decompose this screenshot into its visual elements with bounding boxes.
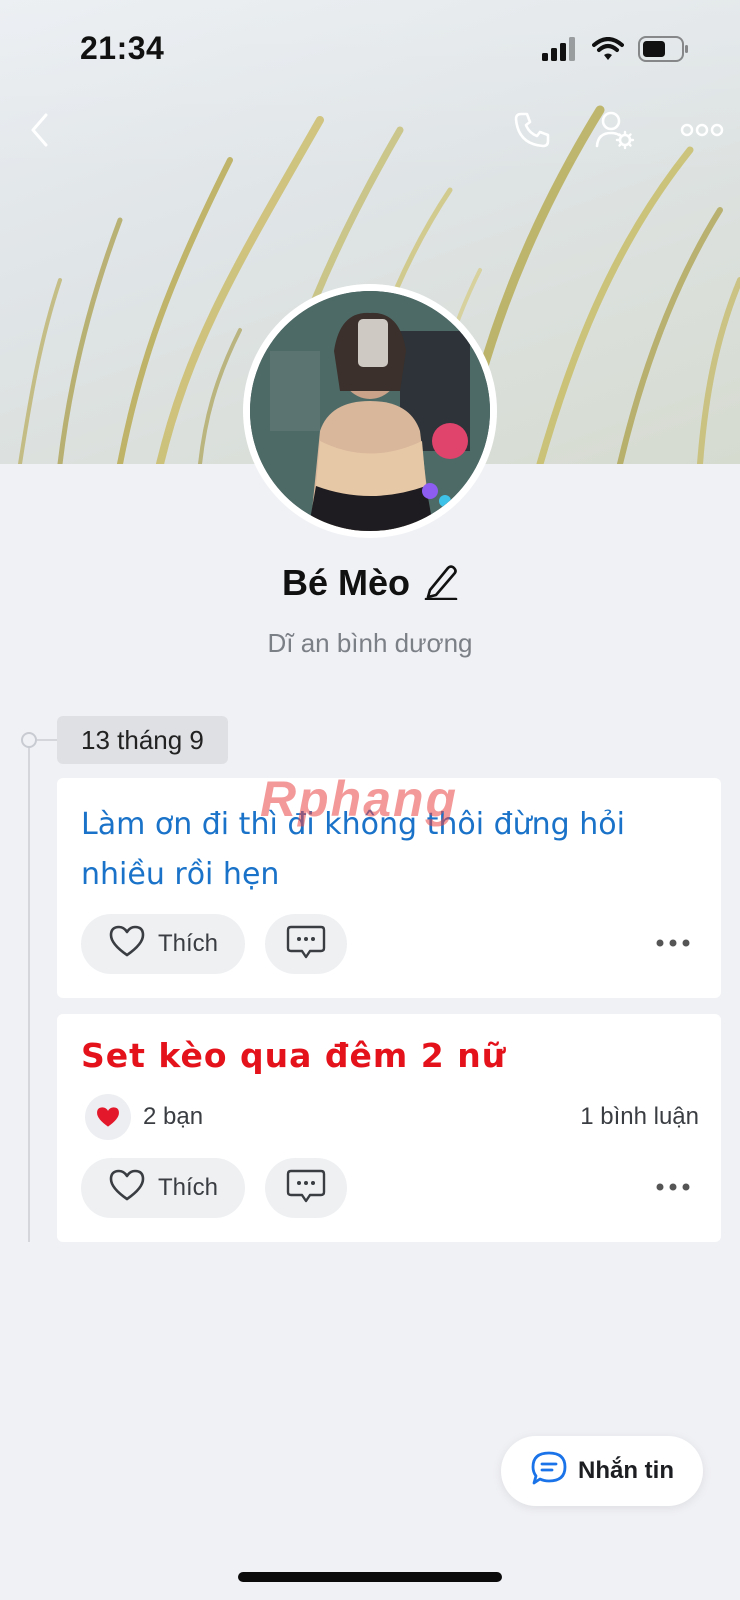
post-card: Làm ơn đi thì đi không thôi đừng hỏi nhi… (57, 778, 721, 998)
comment-icon (286, 924, 326, 965)
timeline-line (28, 740, 30, 1242)
timeline-connector (37, 739, 57, 741)
heart-outline-icon (108, 924, 146, 965)
call-button[interactable] (508, 108, 556, 156)
heart-outline-icon (108, 1168, 146, 1209)
like-label: Thích (157, 1174, 219, 1201)
profile-location: Dĩ an bình dương (267, 628, 473, 658)
message-button[interactable]: Nhắn tin (501, 1436, 703, 1506)
more-horizontal-icon (655, 935, 691, 953)
post-actions: Thích (81, 914, 701, 976)
timeline-dot (21, 732, 37, 748)
comment-button[interactable] (265, 1158, 347, 1218)
chat-bubble-icon (530, 1450, 568, 1493)
profile-name-row: Bé Mèo (0, 558, 740, 608)
date-label: 13 tháng 9 (57, 716, 228, 764)
post-more-button[interactable] (645, 914, 701, 974)
profile-settings-button[interactable] (591, 108, 639, 156)
comment-icon (286, 1168, 326, 1209)
reaction-count: 2 bạn (143, 1103, 204, 1130)
comment-count[interactable]: 1 bình luận (580, 1103, 699, 1131)
avatar[interactable] (243, 284, 497, 538)
battery-icon (638, 36, 690, 67)
avatar-photo (250, 291, 490, 531)
like-button[interactable]: Thích (81, 914, 245, 974)
like-button[interactable]: Thích (81, 1158, 245, 1218)
post-reactions[interactable]: 2 bạn 1 bình luận (81, 1094, 701, 1140)
phone-icon (512, 110, 552, 155)
wifi-icon (592, 37, 624, 66)
comment-button[interactable] (265, 914, 347, 974)
like-label: Thích (157, 930, 219, 957)
post-text: Làm ơn đi thì đi không thôi đừng hỏi nhi… (81, 807, 625, 892)
back-arrow-icon (28, 112, 52, 153)
top-navigation (0, 100, 740, 164)
cellular-signal-icon (542, 37, 578, 66)
profile-name: Bé Mèo (281, 562, 411, 603)
user-settings-icon (594, 109, 636, 156)
more-horizontal-icon (655, 1179, 691, 1197)
message-button-label: Nhắn tin (578, 1457, 674, 1484)
edit-name-button[interactable] (424, 562, 458, 605)
post-card: Set kèo qua đêm 2 nữ 2 bạn 1 bình luận T… (57, 1014, 721, 1242)
status-bar: 21:34 (0, 0, 740, 100)
home-indicator[interactable] (238, 1572, 502, 1582)
heart-reaction-icon (85, 1094, 131, 1140)
more-icon (680, 123, 724, 142)
post-actions: Thích (81, 1158, 701, 1220)
post-more-button[interactable] (645, 1158, 701, 1218)
pencil-icon (424, 564, 458, 604)
post-text: Set kèo qua đêm 2 nữ (81, 1036, 507, 1075)
back-button[interactable] (16, 108, 64, 156)
more-options-button[interactable] (676, 108, 728, 156)
status-time: 21:34 (80, 30, 165, 66)
